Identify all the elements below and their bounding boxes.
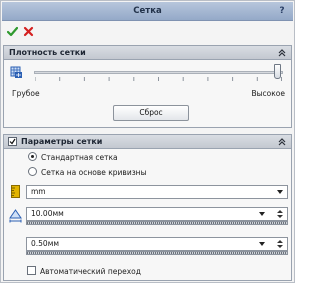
element-size-thumbwheel[interactable] [26, 221, 288, 225]
unit-select[interactable]: mm [26, 185, 288, 199]
mesh-density-title: Плотность сетки [9, 48, 86, 57]
mesh-density-header[interactable]: Плотность сетки [4, 46, 291, 60]
curvature-mesh-option[interactable]: Сетка на основе кривизны [28, 167, 147, 179]
mesh-density-panel: Плотность сетки Грубое Высокое Сброс [3, 45, 292, 128]
fine-label: Высокое [251, 89, 285, 98]
chevron-down-icon[interactable] [259, 242, 265, 246]
mesh-parameters-panel: Параметры сетки Стандартная сетка Сетка … [3, 134, 292, 281]
mesh-density-slider-thumb[interactable] [274, 64, 281, 79]
standard-mesh-radio[interactable] [28, 152, 37, 161]
tolerance-thumbwheel[interactable] [26, 251, 288, 255]
standard-mesh-label: Стандартная сетка [41, 153, 118, 162]
mesh-parameters-checkbox[interactable] [8, 137, 17, 146]
chevron-down-icon[interactable] [259, 212, 265, 216]
mesh-parameters-title: Параметры сетки [21, 137, 103, 146]
mesh-parameters-header[interactable]: Параметры сетки [4, 135, 291, 149]
ok-checkmark-icon[interactable] [7, 26, 18, 37]
ruler-icon [11, 185, 20, 198]
collapse-chevrons-icon[interactable] [277, 48, 287, 58]
element-size-value: 10.00мм [31, 209, 64, 218]
spinner-arrows-icon[interactable] [275, 209, 285, 219]
window-title: Сетка [133, 6, 162, 16]
mesh-density-slider[interactable] [34, 71, 283, 74]
mesh-property-manager: Сетка ? Плотность сетки Грубое Высокое С… [0, 0, 295, 283]
element-size-field[interactable]: 10.00мм [26, 207, 288, 221]
action-toolbar [1, 23, 294, 39]
curvature-mesh-label: Сетка на основе кривизны [41, 168, 147, 177]
chevron-down-icon [277, 190, 283, 194]
curvature-mesh-radio[interactable] [28, 167, 37, 176]
tolerance-field[interactable]: 0.50мм [26, 237, 288, 251]
checkmark-icon [9, 138, 16, 145]
slider-ticks [35, 77, 282, 81]
cancel-x-icon[interactable] [23, 26, 34, 37]
unit-value: mm [31, 187, 46, 196]
title-bar: Сетка ? [2, 2, 293, 21]
auto-transition-label: Автоматический переход [40, 267, 141, 276]
collapse-chevrons-icon[interactable] [277, 137, 287, 147]
standard-mesh-option[interactable]: Стандартная сетка [28, 152, 118, 164]
mesh-density-icon [10, 66, 22, 78]
reset-button[interactable]: Сброс [113, 105, 189, 121]
spinner-arrows-icon[interactable] [275, 239, 285, 249]
help-icon[interactable]: ? [277, 6, 287, 17]
auto-transition-checkbox[interactable] [27, 266, 36, 275]
coarse-label: Грубое [12, 89, 40, 98]
tolerance-value: 0.50мм [31, 239, 60, 248]
auto-transition-option[interactable]: Автоматический переход [27, 266, 141, 278]
element-size-icon [9, 209, 22, 223]
